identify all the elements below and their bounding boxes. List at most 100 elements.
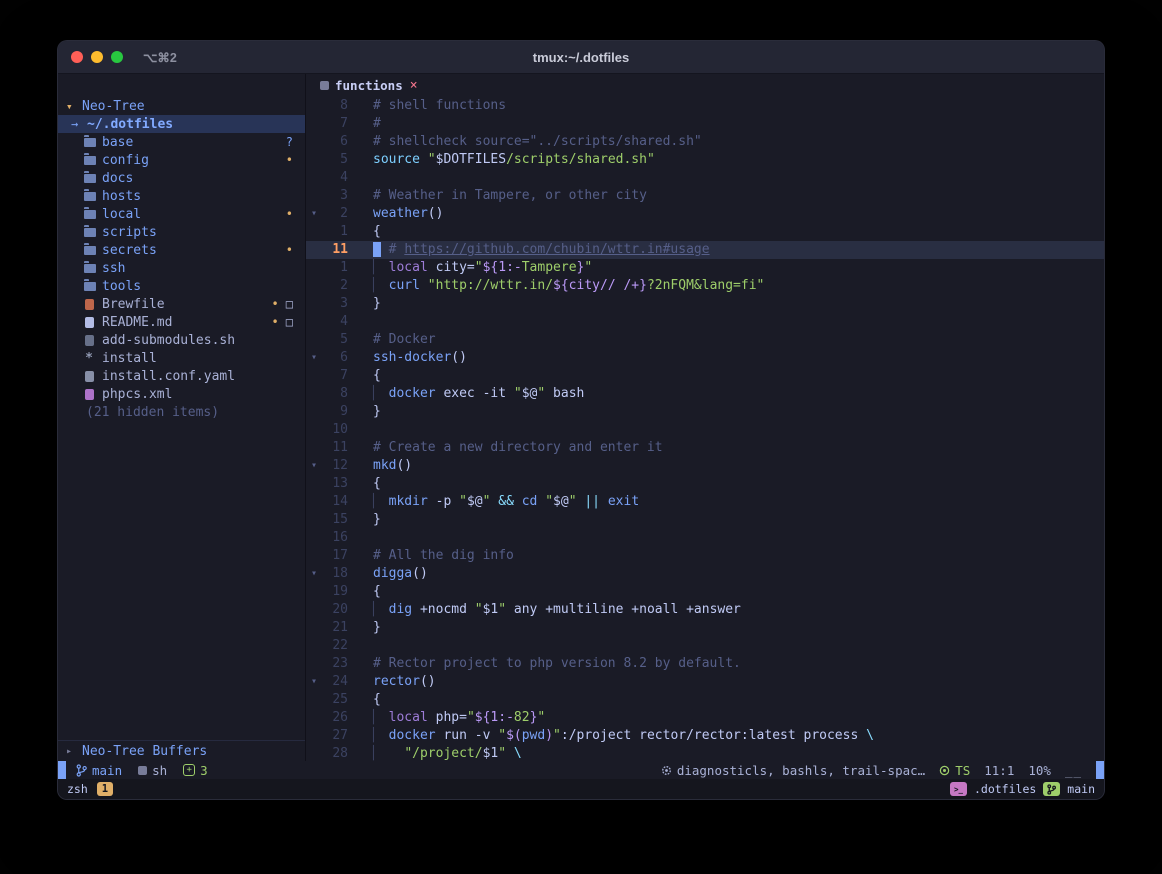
code-line[interactable]: 10 [306,421,1104,439]
tree-item-~-.dotfiles[interactable]: →~/.dotfiles [58,115,305,133]
fold-column [306,277,322,295]
code-line[interactable]: 28▏ "/project/$1" \ [306,745,1104,761]
code-line[interactable]: 23# Rector project to php version 8.2 by… [306,655,1104,673]
code-line[interactable]: 22 [306,637,1104,655]
code-token: " [584,260,592,275]
code-line[interactable]: ▾12mkd() [306,457,1104,475]
badge-group: • [286,208,293,220]
fold-open-icon[interactable]: ▾ [306,565,322,583]
git-branch-segment[interactable]: main [76,763,122,778]
tree-item-scripts[interactable]: scripts [58,223,305,241]
fold-column [306,313,322,331]
code-line[interactable]: 3} [306,295,1104,313]
line-number: 26 [322,709,348,727]
code-token: " [537,710,545,725]
code-line[interactable]: 5# Docker [306,331,1104,349]
code-line[interactable]: ▾18digga() [306,565,1104,583]
code-line[interactable]: 27▏ docker run -v "$(pwd)":/project rect… [306,727,1104,745]
code-line[interactable]: 9} [306,403,1104,421]
tree-item-base[interactable]: base? [58,133,305,151]
code-token: $@ [553,494,569,509]
line-content: ▏ local city="${1:-Tampere}" [348,259,592,277]
code-token [600,494,608,509]
code-line-current[interactable]: 11 # https://github.com/chubin/wttr.in#u… [306,241,1104,259]
code-line[interactable]: 2▏ curl "http://wttr.in/${city// /+}?2nF… [306,277,1104,295]
fold-column [306,187,322,205]
code-line[interactable]: 25{ [306,691,1104,709]
code-token: local [389,260,428,275]
fold-open-icon[interactable]: ▾ [306,673,322,691]
code-token: \ [514,746,522,761]
neotree-buffers-section[interactable]: ▸ Neo-Tree Buffers [58,740,305,761]
tree-item-config[interactable]: config• [58,151,305,169]
code-line[interactable]: 21} [306,619,1104,637]
code-line[interactable]: 3# Weather in Tampere, or other city [306,187,1104,205]
tree-item-brewfile[interactable]: Brewfile•□ [58,295,305,313]
tab-close-icon[interactable]: × [410,78,418,93]
tree-item-neo-tree[interactable]: ▾Neo-Tree [58,97,305,115]
line-number: 7 [322,367,348,385]
code-line[interactable]: 1{ [306,223,1104,241]
buffers-section-title: Neo-Tree Buffers [82,744,207,759]
code-line[interactable]: 13{ [306,475,1104,493]
code-line[interactable]: 4 [306,169,1104,187]
tree-item-secrets[interactable]: secrets• [58,241,305,259]
code-line[interactable]: 19{ [306,583,1104,601]
fold-open-icon[interactable]: ▾ [306,457,322,475]
tree-item-phpcs.xml[interactable]: phpcs.xml [58,385,305,403]
code-line[interactable]: 6# shellcheck source="../scripts/shared.… [306,133,1104,151]
tree-item-add-submodules.sh[interactable]: add-submodules.sh [58,331,305,349]
code-line[interactable]: 11# Create a new directory and enter it [306,439,1104,457]
code-token: " [498,602,506,617]
code-token: ▏ [373,278,381,293]
code-line[interactable]: 15} [306,511,1104,529]
tree-item-label: install [102,351,157,366]
chevron-down-icon[interactable]: ▾ [66,100,82,113]
fold-open-icon[interactable]: ▾ [306,349,322,367]
tree-item-install[interactable]: *install [58,349,305,367]
code-token: () [428,206,444,221]
tmux-window-index-badge[interactable]: 1 [97,782,113,796]
code-line[interactable]: 17# All the dig info [306,547,1104,565]
zoom-window-button[interactable] [111,51,123,63]
code-line[interactable]: 14▏ mkdir -p "$@" && cd "$@" || exit [306,493,1104,511]
code-buffer[interactable]: 8# shell functions7#6# shellcheck source… [306,97,1104,761]
tree-item-docs[interactable]: docs [58,169,305,187]
fold-column [306,241,322,259]
tree-item-hosts[interactable]: hosts [58,187,305,205]
tree-item-readme.md[interactable]: README.md•□ [58,313,305,331]
tree-item-install.conf.yaml[interactable]: install.conf.yaml [58,367,305,385]
code-line[interactable]: 7{ [306,367,1104,385]
line-content: source "$DOTFILES/scripts/shared.sh" [348,151,655,169]
titlebar[interactable]: ⌥⌘2 tmux:~/.dotfiles [58,41,1104,74]
code-line[interactable]: 26▏ local php="${1:-82}" [306,709,1104,727]
code-line[interactable]: ▾6ssh-docker() [306,349,1104,367]
folder-icon [84,264,96,273]
chevron-right-icon[interactable]: ▸ [66,746,82,757]
line-content: ssh-docker() [348,349,467,367]
code-token: } [373,404,381,419]
buffer-icon [320,81,329,90]
code-line[interactable]: 8# shell functions [306,97,1104,115]
code-line[interactable]: 16 [306,529,1104,547]
tree-item-21-hidden-items: (21 hidden items) [58,403,305,421]
close-window-button[interactable] [71,51,83,63]
tree-item-local[interactable]: local• [58,205,305,223]
code-line[interactable]: 7# [306,115,1104,133]
code-line[interactable]: 4 [306,313,1104,331]
line-content: # Create a new directory and enter it [348,439,663,457]
tabline: functions × [306,74,1104,97]
code-line[interactable]: 8▏ docker exec -it "$@" bash [306,385,1104,403]
code-line[interactable]: 5source "$DOTFILES/scripts/shared.sh" [306,151,1104,169]
file-icon [85,335,94,346]
tree-item-label: ssh [102,261,125,276]
code-line[interactable]: ▾2weather() [306,205,1104,223]
tree-item-ssh[interactable]: ssh [58,259,305,277]
code-line[interactable]: 20▏ dig +nocmd "$1" any +multiline +noal… [306,601,1104,619]
code-line[interactable]: ▾24rector() [306,673,1104,691]
code-line[interactable]: 1▏ local city="${1:-Tampere}" [306,259,1104,277]
tree-item-tools[interactable]: tools [58,277,305,295]
tab-functions[interactable]: functions [335,78,403,93]
fold-open-icon[interactable]: ▾ [306,205,322,223]
minimize-window-button[interactable] [91,51,103,63]
